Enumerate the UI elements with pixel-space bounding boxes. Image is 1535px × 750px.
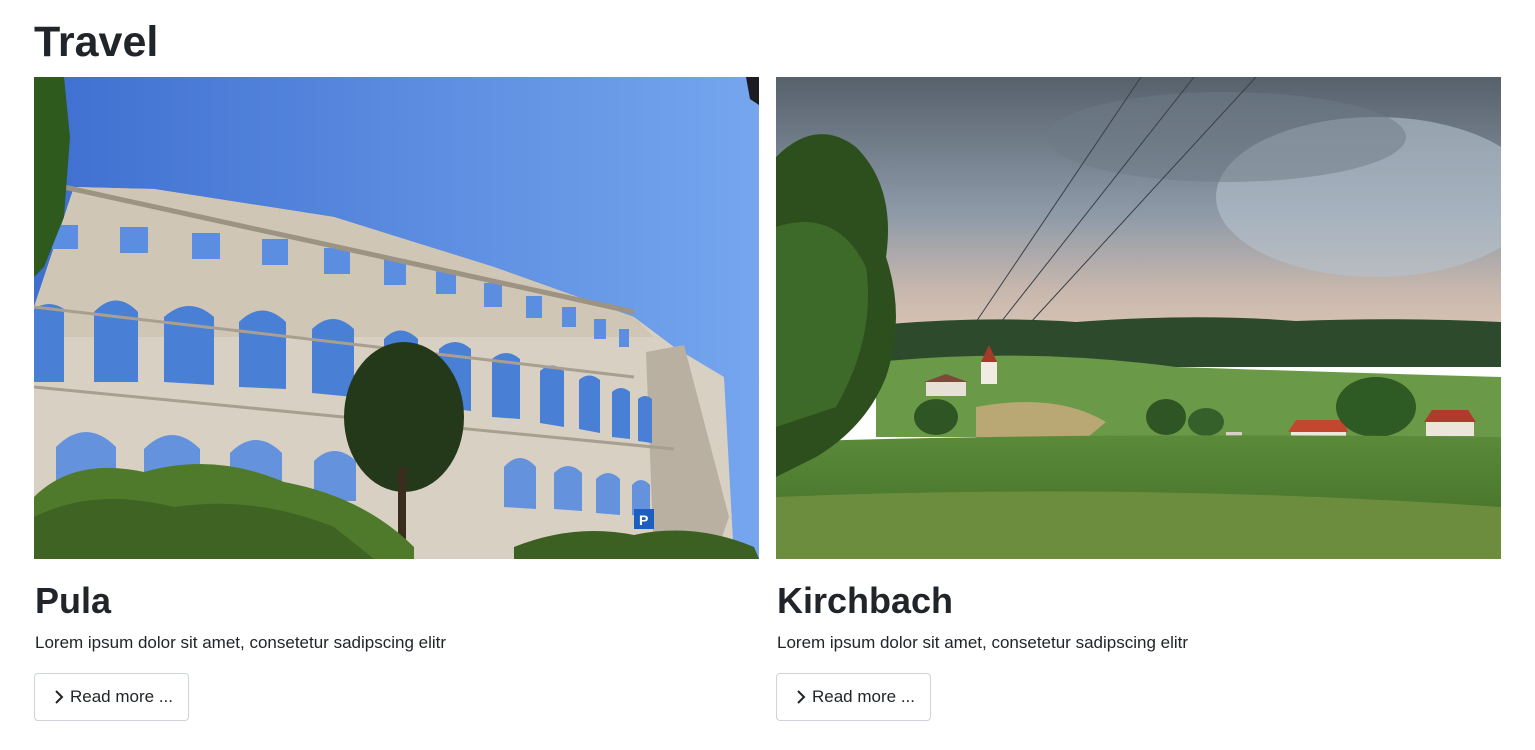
- card-text: Lorem ipsum dolor sit amet, consetetur s…: [777, 633, 1189, 652]
- card-title: Kirchbach: [777, 580, 954, 621]
- card-image[interactable]: P: [34, 77, 759, 559]
- card-text: Lorem ipsum dolor sit amet, consetetur s…: [35, 633, 447, 652]
- card-pula: P Pula Lorem ipsum dolor sit amet, conse…: [34, 77, 759, 721]
- colosseum-photo: P: [34, 77, 759, 559]
- chevron-right-icon: [797, 690, 806, 704]
- svg-text:P: P: [639, 512, 648, 528]
- card-kirchbach: Kirchbach Lorem ipsum dolor sit amet, co…: [776, 77, 1501, 721]
- read-more-button[interactable]: Read more ...: [34, 673, 189, 721]
- travel-page: Travel P Pula Lorem ipsum dolor sit amet…: [0, 0, 1535, 750]
- card-image[interactable]: [776, 77, 1501, 559]
- landscape-photo: [776, 77, 1501, 559]
- read-more-label: Read more ...: [70, 687, 173, 706]
- card-title: Pula: [35, 580, 112, 621]
- chevron-right-icon: [55, 690, 64, 704]
- read-more-button[interactable]: Read more ...: [776, 673, 931, 721]
- section-title: Travel: [34, 18, 159, 66]
- read-more-label: Read more ...: [812, 687, 915, 706]
